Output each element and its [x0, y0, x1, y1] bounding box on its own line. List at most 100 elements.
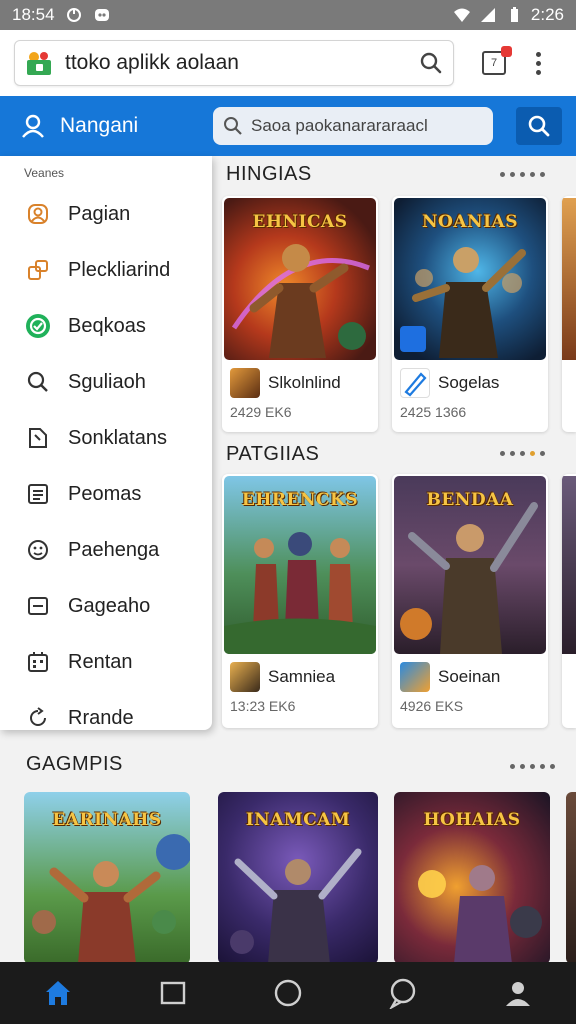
drawer-label: Sonklatans: [68, 426, 167, 449]
minus-box-icon: [25, 593, 51, 619]
drawer-item-rentan[interactable]: Rentan: [0, 634, 212, 690]
store-logo-icon: [25, 49, 53, 77]
game-banner[interactable]: EARINAHS: [24, 792, 190, 964]
nav-library[interactable]: [143, 970, 203, 1016]
drawer-item-paehenga[interactable]: Paehenga: [0, 522, 212, 578]
game-mini-icon: [230, 662, 260, 692]
game-mini-icon: [400, 662, 430, 692]
game-card-partial[interactable]: [562, 474, 576, 728]
drawer-label: Pleckliarind: [68, 258, 171, 281]
home-icon: [45, 981, 70, 1005]
section-more-icon[interactable]: [510, 764, 555, 769]
refresh-icon: [25, 705, 51, 730]
game-meta: 13:23 EK6: [230, 698, 296, 714]
smile-icon: [25, 537, 51, 563]
account-nav[interactable]: Nangani: [20, 113, 210, 139]
game-art-title: EARINAHS: [52, 810, 162, 830]
game-name: Samniea: [268, 667, 336, 686]
url-bar[interactable]: ttoko aplikk aolaan: [14, 40, 454, 86]
drawer-item-pleckliarind[interactable]: Pleckliarind: [0, 242, 212, 298]
game-card[interactable]: EHRENCKS Samniea 13:23 EK6: [222, 474, 378, 728]
drawer-label: Rrande: [68, 706, 134, 729]
game-card[interactable]: BENDAA Soeinan 4926 EKS: [392, 474, 548, 728]
link-icon: [25, 257, 51, 283]
tabs-button[interactable]: 7: [482, 46, 512, 75]
drawer-label: Beqkoas: [68, 314, 146, 337]
pen-icon: [400, 368, 430, 398]
nav-label: Nangani: [60, 114, 139, 137]
game-meta: 2425 1366: [400, 404, 467, 420]
person-icon: [25, 201, 51, 227]
drawer-item-sonklatans[interactable]: Sonklatans: [0, 410, 212, 466]
game-art-title: EHRENCKS: [241, 490, 359, 510]
document-icon: [25, 425, 51, 451]
game-name: Soeinan: [438, 667, 501, 686]
game-card[interactable]: NOANIAS Sogelas 2425 1366: [392, 196, 548, 432]
game-artwork: HOHAIAS: [394, 792, 550, 964]
check-badge-icon: [25, 313, 51, 339]
tab-count: 7: [490, 57, 498, 69]
section-more-icon[interactable]: [500, 172, 545, 177]
nav-discover[interactable]: [258, 970, 318, 1016]
drawer-label: Sguliaoh: [68, 370, 146, 393]
nav-chat[interactable]: [373, 970, 433, 1016]
drawer-label: Paehenga: [68, 538, 160, 561]
chat-icon: [389, 978, 416, 1009]
browser-toolbar: ttoko aplikk aolaan 7: [0, 30, 576, 96]
game-art-title: NOANIAS: [422, 212, 518, 232]
game-name: Slkolnlind: [268, 373, 341, 392]
search-button[interactable]: [516, 107, 562, 145]
game-artwork: EARINAHS: [24, 792, 190, 964]
drawer-label: Rentan: [68, 650, 133, 673]
game-banner[interactable]: INAMCAM: [218, 792, 378, 964]
game-card[interactable]: EHNICAS Slkolnlind 2429 EK6: [222, 196, 378, 432]
app-icon: [94, 9, 109, 21]
side-drawer: Veanes Pagian Pleckliarind Beqkoas Sguli…: [0, 156, 212, 730]
game-art-title: EHNICAS: [252, 212, 348, 232]
search-icon: [25, 369, 51, 395]
more-menu-icon[interactable]: [536, 51, 541, 75]
square-icon: [160, 981, 185, 1005]
drawer-item-pagian[interactable]: Pagian: [0, 186, 212, 242]
drawer-item-rrande[interactable]: Rrande: [0, 690, 212, 730]
search-placeholder: Saoa paokanarararaacl: [251, 116, 428, 135]
section-more-icon[interactable]: [500, 451, 545, 456]
circle-icon: [274, 979, 302, 1007]
nav-home[interactable]: [28, 970, 88, 1016]
status-time: 18:54: [12, 5, 55, 24]
grid-icon: [25, 649, 51, 675]
game-art-title: INAMCAM: [245, 810, 351, 830]
drawer-label: Peomas: [68, 482, 142, 505]
app-header: Nangani Saoa paokanarararaacl: [0, 96, 576, 156]
search-icon[interactable]: [419, 51, 443, 75]
search-input[interactable]: Saoa paokanarararaacl: [213, 107, 493, 145]
game-meta: 2429 EK6: [230, 404, 292, 420]
tab-badge: [501, 46, 512, 57]
search-icon: [528, 115, 550, 137]
status-bar: 18:54 2:26: [0, 0, 576, 30]
search-field-icon: [224, 117, 242, 135]
game-meta: 4926 EKS: [400, 698, 464, 714]
drawer-item-sguliaoh[interactable]: Sguliaoh: [0, 354, 212, 410]
drawer-item-gageaho[interactable]: Gageaho: [0, 578, 212, 634]
url-text: ttoko aplikk aolaan: [65, 51, 239, 74]
notification-icon: [66, 8, 81, 22]
game-art-title: HOHAIAS: [423, 810, 521, 830]
game-artwork: EHNICAS: [224, 198, 376, 360]
signal-icon: [480, 8, 495, 22]
nav-profile[interactable]: [488, 970, 548, 1016]
section-title: GAGMPIS: [26, 753, 123, 775]
profile-icon: [506, 982, 531, 1006]
drawer-item-beqkoas[interactable]: Beqkoas: [0, 298, 212, 354]
game-artwork: NOANIAS: [394, 198, 546, 360]
section-title: HINGIAS: [226, 163, 312, 185]
game-art-title: BENDAA: [426, 490, 514, 510]
bottom-navigation: [0, 962, 576, 1024]
game-banner-partial[interactable]: [566, 792, 576, 964]
list-icon: [25, 481, 51, 507]
game-card-partial[interactable]: [562, 196, 576, 432]
user-icon: [22, 114, 44, 138]
drawer-item-peomas[interactable]: Peomas: [0, 466, 212, 522]
game-banner[interactable]: HOHAIAS: [394, 792, 550, 964]
battery-icon: [510, 7, 518, 22]
